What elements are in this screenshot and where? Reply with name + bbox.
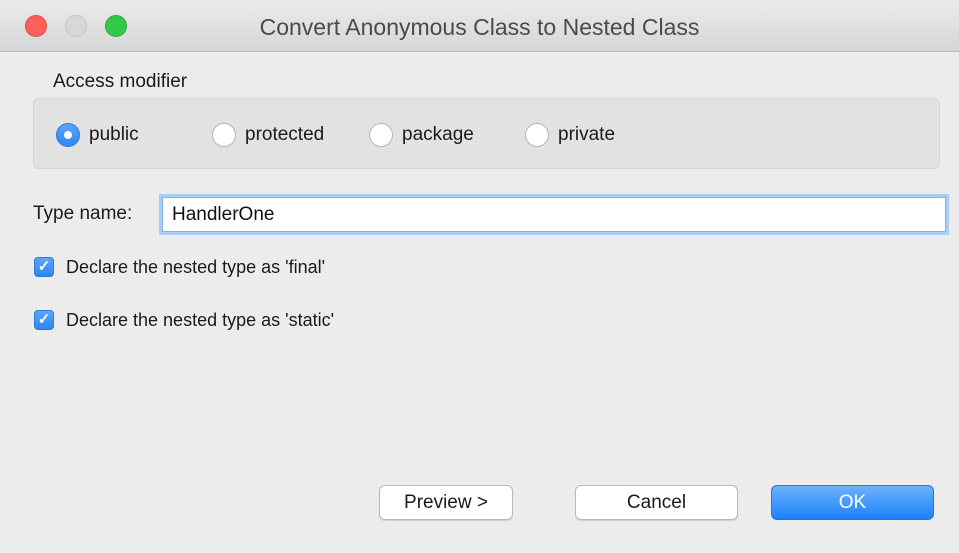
preview-button[interactable]: Preview > bbox=[379, 485, 513, 520]
radio-private[interactable]: private bbox=[525, 121, 615, 149]
title-bar[interactable]: Convert Anonymous Class to Nested Class bbox=[0, 0, 959, 52]
ok-button[interactable]: OK bbox=[771, 485, 934, 520]
static-checkbox-row[interactable]: ✓ Declare the nested type as 'static' bbox=[34, 307, 334, 333]
access-modifier-group bbox=[33, 98, 940, 169]
static-checkbox[interactable]: ✓ bbox=[34, 310, 54, 330]
radio-protected[interactable]: protected bbox=[212, 121, 324, 149]
final-checkbox-label: Declare the nested type as 'final' bbox=[66, 256, 326, 277]
final-checkbox-row[interactable]: ✓ Declare the nested type as 'final' bbox=[34, 254, 325, 280]
radio-label-protected: protected bbox=[245, 124, 325, 145]
radio-public[interactable]: public bbox=[56, 121, 139, 149]
radio-label-public: public bbox=[89, 124, 139, 145]
radio-button[interactable] bbox=[525, 123, 549, 147]
radio-button[interactable] bbox=[369, 123, 393, 147]
window-title: Convert Anonymous Class to Nested Class bbox=[259, 14, 700, 40]
final-checkbox[interactable]: ✓ bbox=[34, 257, 54, 277]
type-name-label: Type name: bbox=[33, 203, 133, 224]
radio-label-private: private bbox=[558, 124, 616, 145]
radio-button-checked[interactable] bbox=[56, 123, 80, 147]
radio-package[interactable]: package bbox=[369, 121, 474, 149]
dialog-window: Convert Anonymous Class to Nested Class … bbox=[0, 0, 959, 553]
radio-label-package: package bbox=[402, 124, 474, 145]
radio-button[interactable] bbox=[212, 123, 236, 147]
cancel-button[interactable]: Cancel bbox=[575, 485, 738, 520]
type-name-input[interactable] bbox=[162, 197, 946, 232]
access-modifier-label: Access modifier bbox=[53, 71, 188, 92]
static-checkbox-label: Declare the nested type as 'static' bbox=[66, 309, 335, 330]
